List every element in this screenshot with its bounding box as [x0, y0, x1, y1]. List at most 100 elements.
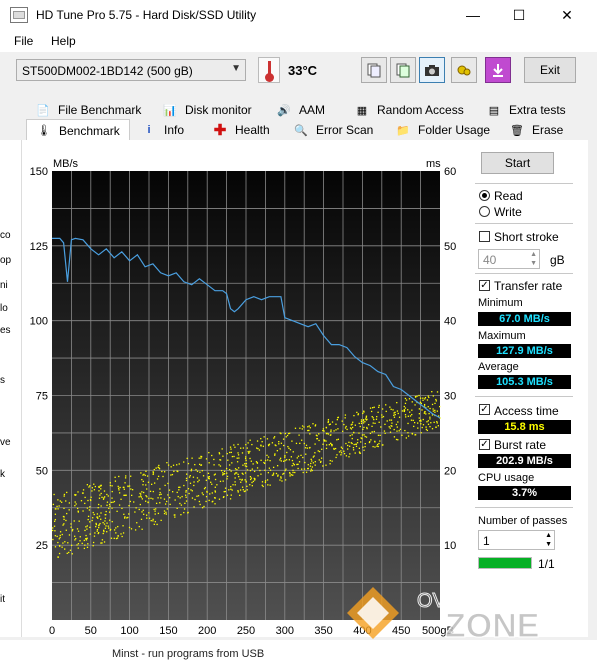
scatter-point — [153, 523, 155, 526]
scatter-point — [239, 478, 241, 481]
scatter-point — [348, 441, 350, 443]
tab-info[interactable]: i Info — [142, 120, 184, 140]
scatter-point — [322, 428, 325, 430]
scatter-point — [141, 528, 143, 530]
scatter-point — [373, 418, 375, 421]
tab-aam[interactable]: 🔊 AAM — [277, 100, 325, 120]
tab-random-access[interactable]: ▦ Random Access — [355, 100, 464, 120]
scatter-point — [211, 483, 213, 485]
tab-folder-usage[interactable]: 📁 Folder Usage — [396, 120, 490, 140]
scatter-point — [165, 511, 167, 513]
scatter-point — [279, 448, 281, 450]
scatter-point — [107, 495, 109, 497]
scatter-point — [352, 449, 355, 451]
read-radio[interactable] — [479, 190, 490, 201]
minimize-button[interactable]: — — [450, 0, 496, 30]
scatter-point — [109, 484, 112, 487]
options-icon[interactable] — [451, 57, 477, 83]
tab-extra-tests[interactable]: ▤ Extra tests — [487, 100, 566, 120]
scatter-point — [360, 437, 362, 439]
menu-help[interactable]: Help — [51, 34, 76, 48]
passes-stepper[interactable]: 1 ▲ ▼ — [478, 530, 555, 550]
scatter-point — [244, 479, 246, 481]
scatter-point — [105, 525, 107, 527]
scatter-point — [52, 529, 54, 532]
scatter-point — [163, 471, 166, 473]
scatter-point — [98, 515, 101, 517]
scatter-point — [176, 491, 178, 494]
scatter-point — [325, 444, 328, 446]
stepper-arrows-icon: ▲ ▼ — [545, 532, 552, 548]
start-button[interactable]: Start — [481, 152, 554, 174]
scatter-point — [414, 395, 417, 398]
scatter-point — [74, 539, 76, 541]
scatter-point — [185, 473, 188, 475]
scatter-point — [369, 407, 372, 409]
save-icon[interactable] — [485, 57, 511, 83]
tab-health[interactable]: ✚ Health — [213, 120, 270, 140]
scatter-point — [263, 436, 265, 438]
scatter-point — [267, 459, 269, 461]
short-stroke-stepper[interactable]: 40 ▲ ▼ — [478, 249, 540, 269]
scatter-point — [397, 421, 399, 423]
tab-file-benchmark[interactable]: 📄 File Benchmark — [36, 100, 141, 120]
exit-button[interactable]: Exit — [524, 57, 576, 83]
scatter-point — [426, 399, 429, 401]
scatter-point — [131, 489, 134, 491]
scatter-point — [149, 490, 152, 493]
tab-disk-monitor[interactable]: 📊 Disk monitor — [163, 100, 252, 120]
copy-text-icon[interactable] — [390, 57, 416, 83]
scatter-point — [435, 426, 437, 428]
transfer-rate-checkbox[interactable]: ✓ — [479, 280, 490, 291]
scatter-point — [140, 493, 142, 495]
menu-file[interactable]: File — [14, 34, 33, 48]
scatter-point — [277, 475, 279, 477]
x-tick-label: 200 — [198, 625, 216, 637]
write-radio[interactable] — [479, 206, 490, 217]
burst-rate-value: 202.9 MB/s — [478, 454, 571, 468]
close-button[interactable]: ✕ — [544, 0, 590, 30]
tab-error-scan[interactable]: 🔍 Error Scan — [294, 120, 373, 140]
tab-benchmark[interactable]: 🌡 Benchmark — [26, 119, 130, 141]
maximize-button[interactable]: ☐ — [496, 0, 542, 30]
scatter-point — [194, 498, 196, 501]
scatter-point — [140, 518, 143, 520]
scatter-point — [85, 534, 87, 537]
scatter-point — [292, 469, 294, 472]
scatter-point — [80, 500, 83, 502]
scatter-point — [166, 462, 168, 464]
scatter-point — [389, 419, 391, 421]
scatter-point — [199, 471, 201, 473]
scatter-point — [316, 437, 319, 440]
burst-rate-checkbox[interactable]: ✓ — [479, 439, 490, 450]
scatter-point — [89, 499, 92, 501]
scatter-point — [117, 525, 119, 528]
scatter-point — [283, 460, 285, 462]
drive-select[interactable]: ST500DM002-1BD142 (500 gB) ▼ — [16, 59, 246, 81]
trash-icon: 🗑 — [510, 124, 524, 137]
scatter-point — [64, 548, 66, 550]
scatter-point — [62, 515, 65, 518]
tab-erase[interactable]: 🗑 Erase — [510, 120, 563, 140]
scatter-point — [138, 508, 140, 511]
scatter-point — [306, 447, 308, 449]
scatter-point — [53, 525, 56, 527]
access-time-checkbox[interactable]: ✓ — [479, 404, 490, 415]
short-stroke-checkbox[interactable] — [479, 231, 490, 242]
scatter-point — [77, 491, 79, 493]
scatter-point — [108, 503, 111, 506]
copy-info-icon[interactable] — [361, 57, 387, 83]
scatter-point — [202, 493, 204, 496]
scatter-point — [83, 539, 86, 542]
scatter-point — [166, 508, 168, 510]
scatter-point — [423, 403, 426, 406]
scatter-point — [318, 433, 320, 435]
scatter-point — [338, 451, 341, 453]
scatter-point — [426, 421, 428, 423]
scatter-point — [69, 549, 72, 551]
scatter-point — [435, 398, 437, 401]
thermometer-icon — [258, 57, 280, 83]
scatter-point — [103, 497, 105, 499]
scatter-point — [386, 420, 388, 422]
camera-icon[interactable] — [419, 57, 445, 83]
